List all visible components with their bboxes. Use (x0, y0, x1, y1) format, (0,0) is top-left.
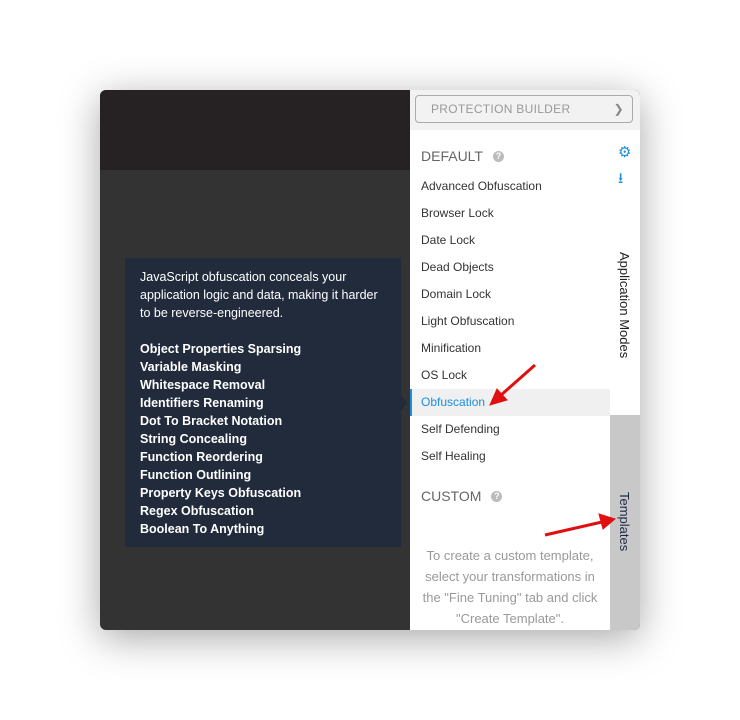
annotation-arrow-obfuscation (489, 363, 536, 406)
annotation-arrow-templates (544, 513, 617, 537)
annotation-layer (489, 363, 617, 537)
